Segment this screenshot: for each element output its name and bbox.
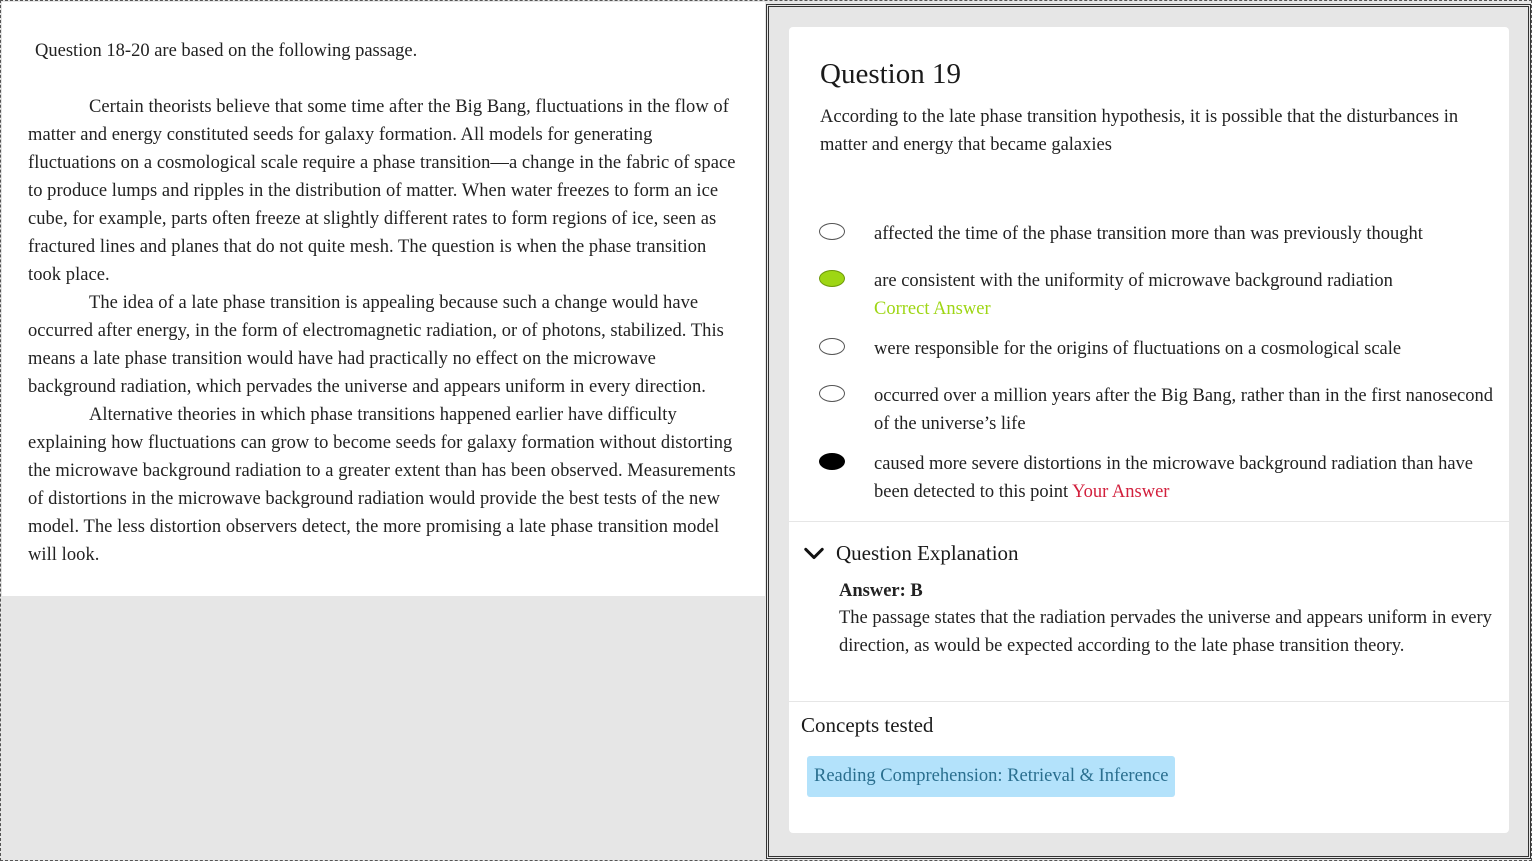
answer-label: Answer: B [839,581,923,601]
choice-b-radio[interactable] [819,270,845,287]
divider [789,521,1509,522]
choice-e-content: caused more severe distortions in the mi… [874,450,1499,506]
correct-answer-tag: Correct Answer [874,299,991,319]
choice-d-radio[interactable] [819,385,845,402]
choice-b-text: are consistent with the uniformity of mi… [874,271,1393,291]
page-frame: Question 18-20 are based on the followin… [0,0,1532,861]
choice-e-text: caused more severe distortions in the mi… [874,454,1473,502]
question-pane: Question 19 According to the late phase … [766,4,1531,859]
choice-c-radio[interactable] [819,338,845,355]
choice-a-text: affected the time of the phase transitio… [874,224,1423,244]
passage-paragraph-2: The idea of a late phase transition is a… [28,293,724,397]
choice-b-content: are consistent with the uniformity of mi… [874,267,1499,323]
passage-paragraph-1: Certain theorists believe that some time… [28,97,736,285]
concepts-title: Concepts tested [801,713,934,737]
question-card: Question 19 According to the late phase … [789,27,1509,833]
explanation-toggle[interactable]: Question Explanation [803,539,1019,567]
question-title: Question 19 [820,58,961,90]
passage-box: Question 18-20 are based on the followin… [2,2,765,596]
passage-pane: Question 18-20 are based on the followin… [2,2,765,860]
passage-paragraph-3: Alternative theories in which phase tran… [28,405,736,565]
choice-e-radio[interactable] [819,453,845,470]
chevron-down-icon [804,547,824,560]
choice-d-text: occurred over a million years after the … [874,386,1494,434]
your-answer-tag: Your Answer [1072,482,1170,502]
concept-chip[interactable]: Reading Comprehension: Retrieval & Infer… [807,756,1176,797]
choice-a-radio[interactable] [819,223,845,240]
choice-c-text: were responsible for the origins of fluc… [874,339,1402,359]
explanation-title: Question Explanation [836,540,1019,565]
explanation-body: The passage states that the radiation pe… [839,608,1492,656]
divider [789,701,1509,702]
passage-intro: Question 18-20 are based on the followin… [35,41,418,61]
question-stem: According to the late phase transition h… [820,107,1459,155]
